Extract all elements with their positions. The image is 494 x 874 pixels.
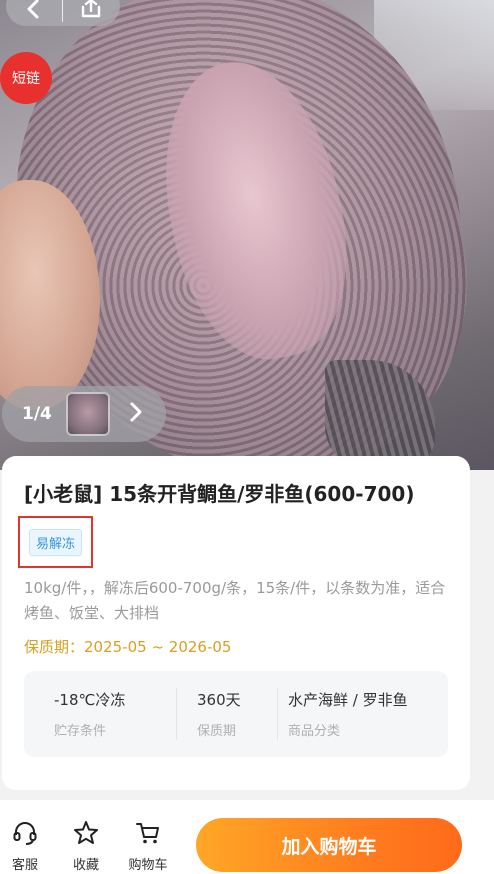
share-icon (80, 0, 102, 23)
gallery-next-button[interactable] (116, 392, 156, 436)
spec-shelf-life: 360天 保质期 (177, 684, 277, 744)
product-description: 10kg/件，，解冻后600-700g/条，15条/件，以条数为准，适合烤鱼、饭… (24, 579, 446, 622)
spec-label: 保质期 (197, 724, 237, 739)
headset-icon (12, 820, 38, 850)
spec-panel: -18℃冷冻 贮存条件 360天 保质期 水产海鲜 / 罗非鱼 商品分类 (24, 671, 448, 757)
spec-storage: -18℃冷冻 贮存条件 (24, 684, 176, 744)
cart-label: 购物车 (128, 858, 168, 873)
short-chain-label: 短链 (12, 71, 40, 87)
bottom-action-bar: 客服 收藏 购物车 加入购物车 (0, 800, 494, 874)
spec-value: -18℃冷冻 (54, 691, 126, 709)
spec-label: 商品分类 (288, 724, 341, 739)
chevron-right-icon (129, 402, 143, 426)
back-button[interactable] (6, 0, 62, 26)
product-title: [小老鼠] 15条开背鲷鱼/罗非鱼(600-700) (24, 482, 415, 506)
top-nav-pill (6, 0, 120, 26)
favorite-button[interactable]: 收藏 (61, 820, 111, 873)
spec-value: 360天 (197, 691, 241, 709)
product-tag: 易解冻 (28, 528, 82, 556)
back-arrow-icon (26, 0, 42, 23)
cart-icon (135, 820, 161, 850)
customer-service-label: 客服 (11, 858, 38, 873)
add-to-cart-button[interactable]: 加入购物车 (196, 818, 462, 872)
share-button[interactable] (63, 0, 119, 26)
customer-service-button[interactable]: 客服 (0, 820, 50, 873)
gallery-counter: 1/4 (22, 404, 52, 424)
favorite-label: 收藏 (72, 858, 99, 873)
gallery-indicator[interactable]: 1/4 (2, 386, 166, 442)
spec-value: 水产海鲜 / 罗非鱼 (288, 691, 408, 709)
spec-label: 贮存条件 (54, 724, 107, 739)
gallery-thumbnail[interactable] (66, 392, 110, 436)
spec-category: 水产海鲜 / 罗非鱼 商品分类 (278, 684, 448, 744)
cart-button[interactable]: 购物车 (123, 820, 173, 873)
star-icon (73, 820, 99, 850)
tag-highlight-box: 易解冻 (18, 516, 93, 568)
product-info-card: [小老鼠] 15条开背鲷鱼/罗非鱼(600-700) 易解冻 10kg/件，，解… (2, 456, 470, 790)
shelf-life: 保质期：2025-05 ~ 2026-05 (24, 638, 232, 656)
short-chain-badge: 短链 (0, 52, 52, 104)
